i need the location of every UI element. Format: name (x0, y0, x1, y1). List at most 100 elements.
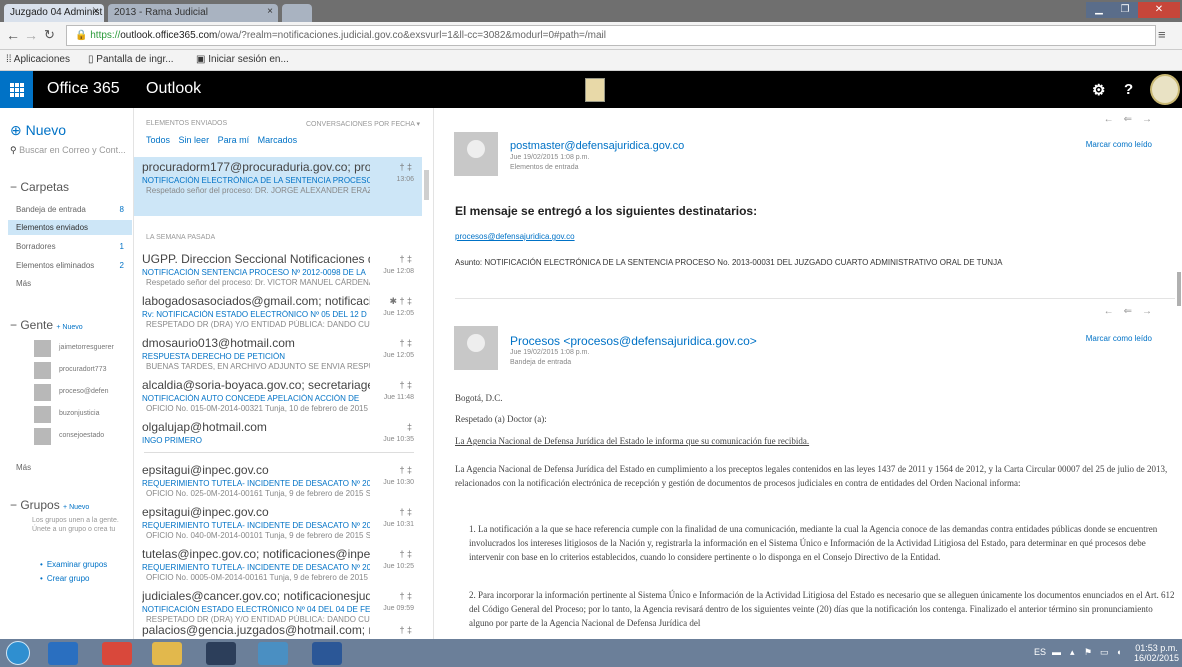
minimize-icon[interactable]: ▁ (1086, 2, 1112, 18)
list-item[interactable]: olgalujap@hotmail.com INGO PRIMERO Jue 1… (134, 417, 422, 451)
bookmark-label: Aplicaciones (13, 54, 70, 65)
flag-icon[interactable]: ⚑ (1084, 647, 1092, 658)
contact-item[interactable]: procuradort773 (34, 362, 130, 380)
close-window-icon[interactable]: ✕ (1138, 2, 1180, 18)
attachment-icon: † ‡ (399, 465, 412, 475)
folder-more[interactable]: Más (16, 276, 128, 291)
create-group-link[interactable]: • Crear grupo (40, 574, 90, 583)
folders-header[interactable]: − Carpetas (10, 180, 69, 194)
new-contact-link[interactable]: + Nuevo (56, 324, 82, 331)
volume-icon[interactable]: ◖ (1116, 647, 1121, 657)
contact-avatar (34, 362, 51, 379)
list-item[interactable]: procuradorm177@procuraduria.gov.co; proc… (134, 157, 422, 216)
filter-to-me[interactable]: Para mí (218, 135, 250, 145)
folder-inbox[interactable]: Bandeja de entrada 8 (16, 202, 128, 217)
filter-bar: Todos Sin leer Para mí Marcados (146, 135, 303, 145)
mark-read-link[interactable]: Marcar como leído (1086, 140, 1152, 149)
windows-start-icon[interactable] (6, 641, 30, 665)
back-icon[interactable]: ← (6, 27, 20, 43)
recipient-link[interactable]: procesos@defensajuridica.gov.co (455, 232, 575, 241)
new-tab-button[interactable] (282, 4, 312, 22)
search-icon: ⚲ (10, 145, 20, 155)
avatar[interactable] (1150, 74, 1180, 105)
maximize-icon[interactable]: ❐ (1112, 2, 1138, 18)
filter-all[interactable]: Todos (146, 135, 170, 145)
filter-unread[interactable]: Sin leer (179, 135, 210, 145)
chrome-icon[interactable] (102, 642, 132, 665)
list-item[interactable]: palacios@gencia.juzgados@hotmail.com; no… (134, 620, 422, 639)
sender-name[interactable]: postmaster@defensajuridica.gov.co (510, 140, 684, 152)
url-field[interactable]: 🔒 https://outlook.office365.com/owa/?rea… (66, 25, 1156, 46)
mark-read-link[interactable]: Marcar como leído (1086, 334, 1152, 343)
message-date: Jue 19/02/2015 1:08 p.m. (510, 349, 590, 356)
groups-label: Grupos (20, 498, 60, 512)
new-mail-button[interactable]: ⊕ Nuevo (10, 122, 66, 139)
organization-emblem (585, 78, 605, 102)
browse-groups-link[interactable]: • Examinar grupos (40, 560, 107, 569)
groups-header[interactable]: − Grupos + Nuevo (10, 498, 89, 512)
gear-icon[interactable]: ⚙ (1092, 81, 1105, 99)
word-icon[interactable] (312, 642, 342, 665)
sender-name[interactable]: Procesos <procesos@defensajuridica.gov.c… (510, 334, 757, 348)
attachment-icon: † ‡ (399, 591, 412, 601)
contact-item[interactable]: proceso@defen (34, 384, 130, 402)
app-launcher-icon[interactable] (0, 71, 33, 108)
scrollbar[interactable] (424, 170, 429, 200)
people-more-label: Más (16, 463, 32, 472)
app-title[interactable]: Outlook (146, 80, 201, 98)
contact-item[interactable]: jaimetorresguerer (34, 340, 130, 358)
reload-icon[interactable]: ↻ (44, 27, 55, 43)
message-folder: Elementos de entrada (510, 164, 579, 171)
help-button[interactable]: ? (1124, 81, 1133, 98)
scrollbar[interactable] (1177, 272, 1181, 306)
sort-dropdown[interactable]: CONVERSACIONES POR FECHA ▾ (306, 120, 420, 128)
internet-explorer-icon[interactable] (48, 642, 78, 665)
message-time: Jue 09:59 (383, 605, 414, 612)
people-more[interactable]: Más (16, 460, 128, 475)
contact-item[interactable]: consejoestado (34, 428, 130, 446)
new-group-link[interactable]: + Nuevo (63, 504, 89, 511)
filter-flagged[interactable]: Marcados (258, 135, 298, 145)
network-icon[interactable]: ▭ (1100, 647, 1109, 658)
people-header[interactable]: − Gente + Nuevo (10, 318, 83, 332)
folder-deleted[interactable]: Elementos eliminados 2 (16, 258, 128, 273)
folder-drafts[interactable]: Borradores 1 (16, 239, 128, 254)
contact-item[interactable]: buzonjusticia (34, 406, 130, 424)
bookmark-pantalla[interactable]: ▯ Pantalla de ingr... (88, 54, 174, 65)
message-time: Jue 12:05 (383, 310, 414, 317)
folder-sent[interactable]: Elementos enviados (8, 220, 132, 235)
message-subject: Rv: NOTIFICACIÓN ESTADO ELECTRÓNICO Nº 0… (142, 310, 367, 319)
keyboard-icon[interactable]: ▬ (1052, 647, 1061, 657)
message-preview: OFICIO No. 040-0M-2014-00101 Tunja, 9 de… (146, 531, 370, 540)
collapse-icon: − (10, 180, 21, 194)
message-actions[interactable]: ←⇐→ (1104, 306, 1162, 317)
bookmark-apps[interactable]: ⁞⁞ Aplicaciones (6, 54, 70, 65)
bookmark-iniciar-sesion[interactable]: ▣ Iniciar sesión en... (196, 54, 289, 65)
date-group-label: LA SEMANA PASADA (146, 234, 216, 241)
language-indicator[interactable]: ES (1034, 647, 1046, 657)
tab-label: 2013 - Rama Judicial (114, 7, 208, 18)
clock[interactable]: 01:53 p.m. 16/02/2015 (1134, 643, 1179, 663)
tab-juzgado[interactable]: Juzgado 04 Administ × (4, 4, 104, 22)
calculator-icon[interactable] (206, 642, 236, 665)
menu-icon[interactable]: ≡ (1158, 27, 1166, 42)
attachment-icon: † ‡ (399, 254, 412, 264)
contact-name: jaimetorresguerer (59, 344, 114, 351)
tab-rama-judicial[interactable]: 2013 - Rama Judicial × (108, 4, 278, 22)
search-input[interactable]: ⚲ Buscar en Correo y Cont... (8, 142, 126, 160)
file-explorer-icon[interactable] (152, 642, 182, 665)
attachment-icon: † ‡ (399, 549, 412, 559)
folder-label: Elementos enviados (16, 223, 89, 232)
close-icon[interactable]: × (267, 6, 273, 17)
message-subject: NOTIFICACIÓN ESTADO ELECTRÓNICO Nº 04 DE… (142, 605, 370, 614)
message-from: dmosaurio013@hotmail.com (142, 336, 295, 350)
folder-count: 1 (119, 242, 124, 251)
plus-circle-icon: ⊕ (10, 122, 26, 138)
brand-title[interactable]: Office 365 (47, 80, 120, 98)
tray-expand-icon[interactable]: ▴ (1070, 647, 1075, 658)
attachment-icon: ‡ (406, 422, 412, 432)
media-icon[interactable] (258, 642, 288, 665)
message-actions[interactable]: ←⇐→ (1104, 114, 1162, 125)
close-icon[interactable]: × (93, 6, 99, 17)
forward-icon[interactable]: → (24, 27, 38, 43)
